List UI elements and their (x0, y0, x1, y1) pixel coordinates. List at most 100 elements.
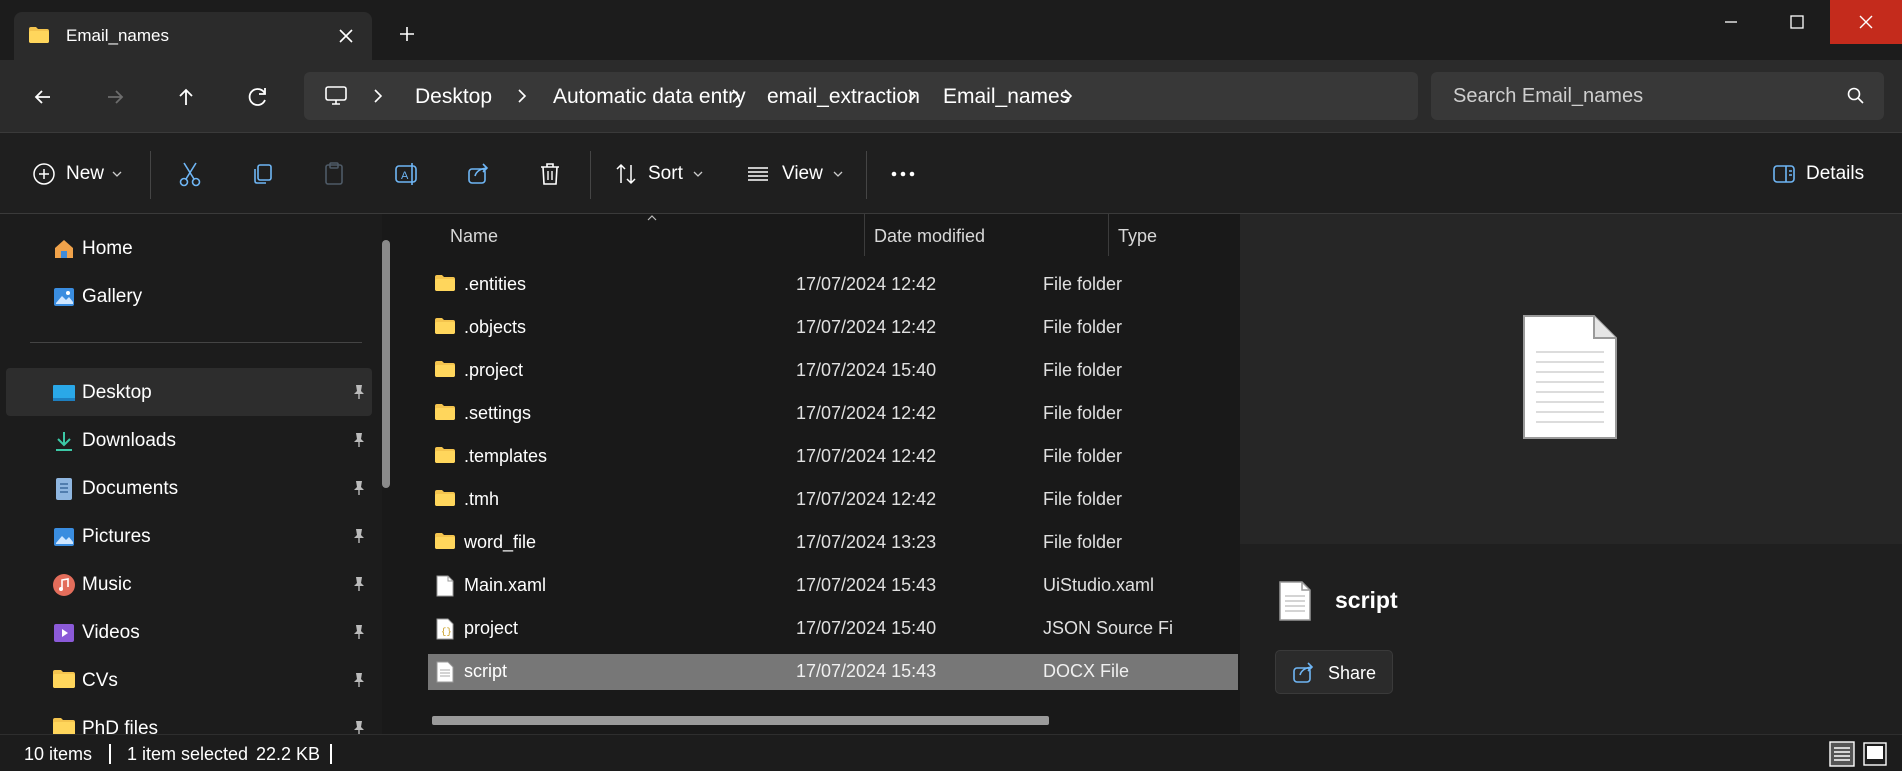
breadcrumb-desktop[interactable]: Desktop (415, 85, 492, 109)
file-row[interactable]: .entities 17/07/2024 12:42 File folder (428, 267, 1238, 303)
column-date-modified[interactable]: Date modified (874, 226, 985, 247)
sidebar-item-gallery[interactable]: Gallery (6, 272, 372, 320)
sidebar-scrollbar[interactable] (382, 240, 390, 488)
sort-button[interactable]: Sort (614, 158, 703, 190)
file-name: .objects (464, 317, 527, 337)
file-row[interactable]: .settings 17/07/2024 12:42 File folder (428, 396, 1238, 432)
minimize-button[interactable] (1698, 0, 1764, 44)
file-name: .settings (464, 403, 532, 423)
chevron-right-icon[interactable] (730, 88, 742, 104)
scissors-icon (178, 161, 202, 187)
horizontal-scrollbar[interactable] (432, 716, 1049, 725)
downloads-icon (52, 429, 76, 453)
share-button[interactable] (466, 158, 490, 190)
sidebar-item-home[interactable]: Home (6, 224, 372, 272)
pin-icon[interactable] (352, 480, 366, 496)
chevron-right-icon[interactable] (372, 88, 384, 104)
pin-icon[interactable] (352, 576, 366, 592)
pin-icon[interactable] (352, 432, 366, 448)
tiles-view-icon[interactable] (1862, 741, 1888, 767)
svg-text:A: A (401, 170, 409, 182)
plus-circle-icon (32, 162, 56, 186)
document-preview-icon (1522, 314, 1618, 440)
paste-button[interactable] (322, 158, 346, 190)
sidebar-item-music[interactable]: Music (6, 560, 372, 608)
home-icon (52, 237, 76, 261)
folder-icon (434, 532, 456, 550)
divider (150, 151, 151, 199)
sort-label: Sort (648, 163, 683, 184)
tab-email-names[interactable]: Email_names (14, 12, 372, 60)
new-button[interactable]: New (32, 158, 122, 190)
column-divider[interactable] (1108, 214, 1109, 256)
close-window-button[interactable] (1830, 0, 1902, 44)
sidebar-item-cvs[interactable]: CVs (6, 656, 372, 704)
sidebar-item-label: Documents (82, 478, 179, 499)
details-pane: script Share (1240, 214, 1902, 734)
file-row[interactable]: .objects 17/07/2024 12:42 File folder (428, 310, 1238, 346)
refresh-icon[interactable] (243, 82, 273, 112)
maximize-button[interactable] (1764, 0, 1830, 44)
forward-arrow-icon[interactable] (100, 82, 130, 112)
file-row[interactable]: .templates 17/07/2024 12:42 File folder (428, 439, 1238, 475)
file-type: File folder (1043, 403, 1123, 423)
search-input[interactable] (1431, 72, 1831, 120)
share-label: Share (1328, 663, 1377, 683)
details-pane-button[interactable]: Details (1772, 158, 1864, 190)
folder-icon (52, 717, 76, 734)
pin-icon[interactable] (352, 384, 366, 400)
sidebar-item-downloads[interactable]: Downloads (6, 416, 372, 464)
file-row-selected[interactable]: script 17/07/2024 15:43 DOCX File (428, 654, 1238, 690)
sidebar-item-videos[interactable]: Videos (6, 608, 372, 656)
view-button[interactable]: View (746, 158, 843, 190)
search-box[interactable] (1431, 72, 1884, 120)
folder-icon (434, 317, 456, 335)
column-divider[interactable] (864, 214, 865, 256)
more-options-button[interactable] (890, 158, 916, 190)
file-row[interactable]: {} project 17/07/2024 15:40 JSON Source … (428, 611, 1238, 647)
file-row[interactable]: .tmh 17/07/2024 12:42 File folder (428, 482, 1238, 518)
delete-button[interactable] (538, 158, 562, 190)
file-row[interactable]: word_file 17/07/2024 13:23 File folder (428, 525, 1238, 561)
file-row[interactable]: Main.xaml 17/07/2024 15:43 UiStudio.xaml (428, 568, 1238, 604)
cut-button[interactable] (178, 158, 202, 190)
file-type: File folder (1043, 274, 1123, 294)
back-arrow-icon[interactable] (28, 82, 58, 112)
divider (330, 744, 332, 764)
file-row[interactable]: .project 17/07/2024 15:40 File folder (428, 353, 1238, 389)
chevron-right-icon[interactable] (1062, 88, 1074, 104)
chevron-down-icon (833, 170, 843, 178)
title-bar: Email_names (0, 0, 1902, 60)
divider (30, 342, 362, 343)
sidebar-item-desktop[interactable]: Desktop (6, 368, 372, 416)
file-name: project (464, 618, 519, 638)
music-icon (52, 573, 76, 597)
up-arrow-icon[interactable] (171, 82, 201, 112)
sidebar-item-label: Gallery (82, 286, 143, 307)
column-name[interactable]: Name (450, 226, 498, 247)
chevron-right-icon[interactable] (906, 88, 918, 104)
pin-icon[interactable] (352, 720, 366, 734)
copy-button[interactable] (250, 158, 274, 190)
view-list-icon (746, 162, 770, 186)
pin-icon[interactable] (352, 672, 366, 688)
details-label: Details (1806, 163, 1865, 184)
sidebar-item-documents[interactable]: Documents (6, 464, 372, 512)
status-bar: 10 items 1 item selected 22.2 KB (0, 734, 1902, 771)
pin-icon[interactable] (352, 624, 366, 640)
details-view-icon[interactable] (1829, 741, 1855, 767)
share-button[interactable]: Share (1275, 650, 1393, 694)
rename-button[interactable]: A (394, 158, 420, 190)
pin-icon[interactable] (352, 528, 366, 544)
new-tab-icon[interactable] (395, 22, 419, 46)
breadcrumb-email-extraction[interactable]: email_extraction (767, 85, 920, 109)
chevron-right-icon[interactable] (516, 88, 528, 104)
close-tab-icon[interactable] (334, 24, 358, 48)
sidebar-item-pictures[interactable]: Pictures (6, 512, 372, 560)
search-icon[interactable] (1846, 86, 1866, 106)
address-bar[interactable]: Desktop Automatic data entry email_extra… (304, 72, 1418, 120)
column-type[interactable]: Type (1118, 226, 1157, 247)
breadcrumb-email-names[interactable]: Email_names (943, 85, 1070, 109)
sidebar-item-phd-files[interactable]: PhD files (6, 704, 372, 734)
breadcrumb-automatic-data-entry[interactable]: Automatic data entry (553, 85, 746, 109)
